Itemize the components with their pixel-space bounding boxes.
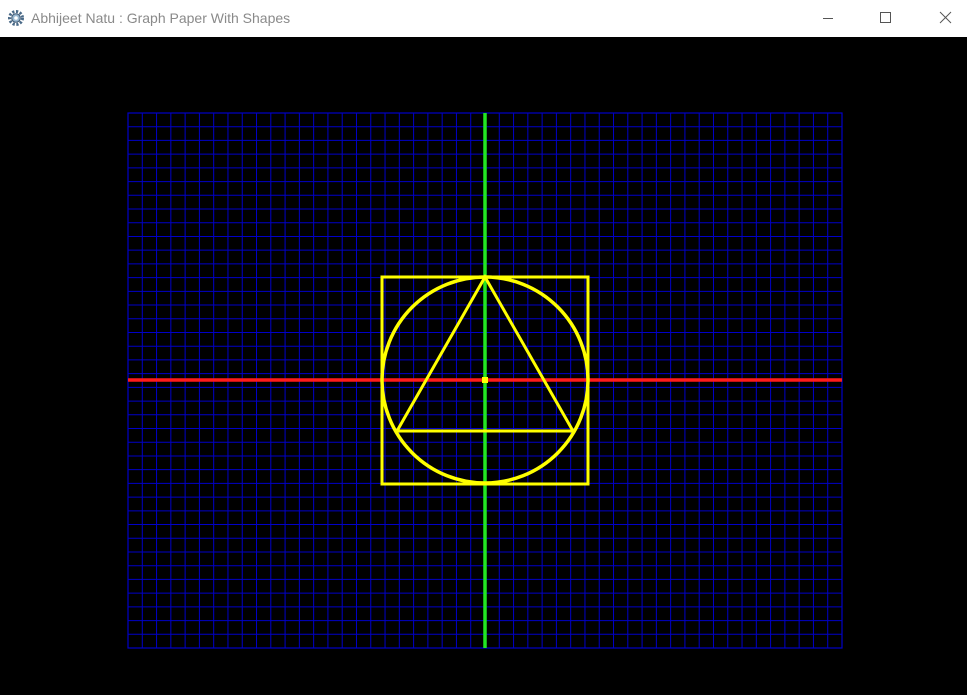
- maximize-button[interactable]: [857, 0, 915, 37]
- minimize-icon: [823, 18, 833, 19]
- window-title: Abhijeet Natu : Graph Paper With Shapes: [31, 10, 291, 26]
- graph-paper: [127, 112, 843, 649]
- gear-icon[interactable]: [6, 8, 26, 28]
- center-point: [482, 377, 488, 383]
- close-icon: [939, 11, 952, 24]
- drawing-canvas[interactable]: [0, 37, 967, 695]
- maximize-icon: [880, 12, 891, 23]
- minimize-button[interactable]: [800, 0, 858, 37]
- close-button[interactable]: [914, 0, 967, 37]
- title-bar[interactable]: Abhijeet Natu : Graph Paper With Shapes: [0, 0, 967, 37]
